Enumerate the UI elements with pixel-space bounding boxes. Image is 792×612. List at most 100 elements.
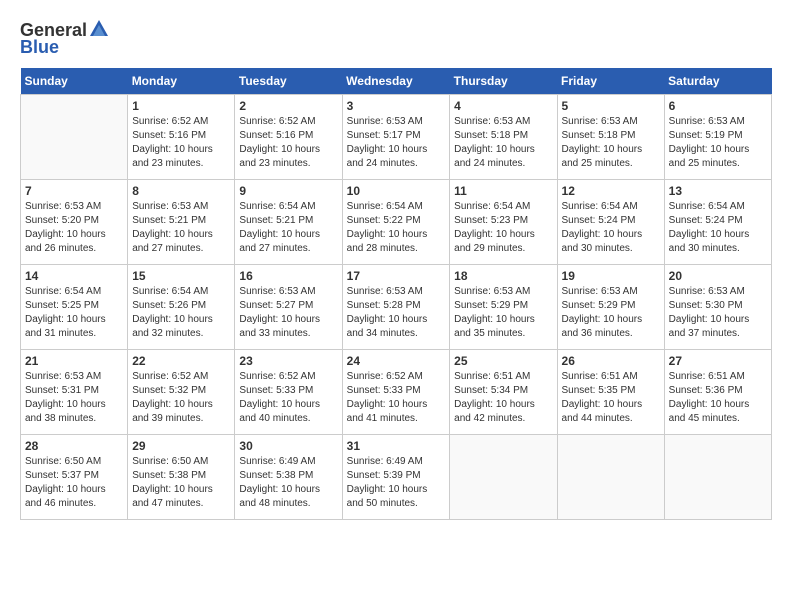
day-number: 16 <box>239 269 337 283</box>
day-info: Sunrise: 6:54 AM Sunset: 5:21 PM Dayligh… <box>239 200 337 256</box>
calendar-table: SundayMondayTuesdayWednesdayThursdayFrid… <box>20 68 772 520</box>
day-info: Sunrise: 6:50 AM Sunset: 5:37 PM Dayligh… <box>25 455 123 511</box>
day-number: 22 <box>132 354 230 368</box>
day-info: Sunrise: 6:53 AM Sunset: 5:19 PM Dayligh… <box>669 115 767 171</box>
day-info: Sunrise: 6:53 AM Sunset: 5:29 PM Dayligh… <box>562 285 660 341</box>
day-number: 31 <box>347 439 446 453</box>
calendar-empty-cell <box>21 95 128 180</box>
calendar-day-1: 1 Sunrise: 6:52 AM Sunset: 5:16 PM Daylig… <box>128 95 235 180</box>
calendar-day-13: 13Sunrise: 6:54 AM Sunset: 5:24 PM Dayli… <box>664 180 771 265</box>
day-number: 26 <box>562 354 660 368</box>
calendar-day-10: 10 Sunrise: 6:54 AM Sunset: 5:22 PM Dayli… <box>342 180 450 265</box>
calendar-day-23: 23 Sunrise: 6:52 AM Sunset: 5:33 PM Dayli… <box>235 350 342 435</box>
day-number: 14 <box>25 269 123 283</box>
logo: General Blue <box>20 20 110 58</box>
day-number: 29 <box>132 439 230 453</box>
day-number: 30 <box>239 439 337 453</box>
calendar-header-row: SundayMondayTuesdayWednesdayThursdayFrid… <box>21 68 772 95</box>
header-friday: Friday <box>557 68 664 95</box>
day-number: 21 <box>25 354 123 368</box>
calendar-day-2: 2Sunrise: 6:52 AM Sunset: 5:16 PM Daylig… <box>235 95 342 180</box>
day-info: Sunrise: 6:54 AM Sunset: 5:25 PM Dayligh… <box>25 285 123 341</box>
calendar-day-19: 19 Sunrise: 6:53 AM Sunset: 5:29 PM Dayli… <box>557 265 664 350</box>
day-number: 18 <box>454 269 552 283</box>
day-info: Sunrise: 6:50 AM Sunset: 5:38 PM Dayligh… <box>132 455 230 511</box>
calendar-day-29: 29 Sunrise: 6:50 AM Sunset: 5:38 PM Dayli… <box>128 435 235 520</box>
day-info: Sunrise: 6:53 AM Sunset: 5:17 PM Dayligh… <box>347 115 446 171</box>
day-info: Sunrise: 6:49 AM Sunset: 5:38 PM Dayligh… <box>239 455 337 511</box>
calendar-week-row: 14 Sunrise: 6:54 AM Sunset: 5:25 PM Dayli… <box>21 265 772 350</box>
calendar-day-26: 26 Sunrise: 6:51 AM Sunset: 5:35 PM Dayli… <box>557 350 664 435</box>
day-info: Sunrise: 6:54 AM Sunset: 5:24 PM Dayligh… <box>669 200 767 256</box>
day-number: 4 <box>454 99 552 113</box>
day-info: Sunrise: 6:52 AM Sunset: 5:33 PM Dayligh… <box>347 370 446 426</box>
day-number: 3 <box>347 99 446 113</box>
calendar-day-25: 25 Sunrise: 6:51 AM Sunset: 5:34 PM Dayli… <box>450 350 557 435</box>
day-number: 1 <box>132 99 230 113</box>
day-info: Sunrise: 6:51 AM Sunset: 5:34 PM Dayligh… <box>454 370 552 426</box>
day-number: 20 <box>669 269 767 283</box>
day-number: 9 <box>239 184 337 198</box>
day-number: 8 <box>132 184 230 198</box>
day-number: 2 <box>239 99 337 113</box>
day-number: 24 <box>347 354 446 368</box>
day-number: 27 <box>669 354 767 368</box>
calendar-empty-cell <box>450 435 557 520</box>
calendar-day-28: 28 Sunrise: 6:50 AM Sunset: 5:37 PM Dayli… <box>21 435 128 520</box>
day-info: Sunrise: 6:53 AM Sunset: 5:29 PM Dayligh… <box>454 285 552 341</box>
day-info: Sunrise: 6:52 AM Sunset: 5:16 PM Dayligh… <box>132 115 230 171</box>
calendar-day-17: 17Sunrise: 6:53 AM Sunset: 5:28 PM Dayli… <box>342 265 450 350</box>
calendar-week-row: 1 Sunrise: 6:52 AM Sunset: 5:16 PM Daylig… <box>21 95 772 180</box>
calendar-empty-cell <box>557 435 664 520</box>
calendar-day-31: 31 Sunrise: 6:49 AM Sunset: 5:39 PM Dayli… <box>342 435 450 520</box>
day-info: Sunrise: 6:53 AM Sunset: 5:30 PM Dayligh… <box>669 285 767 341</box>
day-number: 12 <box>562 184 660 198</box>
calendar-day-20: 20 Sunrise: 6:53 AM Sunset: 5:30 PM Dayli… <box>664 265 771 350</box>
header-thursday: Thursday <box>450 68 557 95</box>
header-saturday: Saturday <box>664 68 771 95</box>
logo-icon <box>88 18 110 40</box>
day-info: Sunrise: 6:54 AM Sunset: 5:24 PM Dayligh… <box>562 200 660 256</box>
day-number: 6 <box>669 99 767 113</box>
day-info: Sunrise: 6:54 AM Sunset: 5:22 PM Dayligh… <box>347 200 446 256</box>
day-info: Sunrise: 6:53 AM Sunset: 5:18 PM Dayligh… <box>562 115 660 171</box>
calendar-empty-cell <box>664 435 771 520</box>
header: General Blue <box>20 20 772 58</box>
day-number: 10 <box>347 184 446 198</box>
calendar-day-11: 11 Sunrise: 6:54 AM Sunset: 5:23 PM Dayli… <box>450 180 557 265</box>
day-number: 25 <box>454 354 552 368</box>
day-info: Sunrise: 6:49 AM Sunset: 5:39 PM Dayligh… <box>347 455 446 511</box>
day-info: Sunrise: 6:53 AM Sunset: 5:28 PM Dayligh… <box>347 285 446 341</box>
day-info: Sunrise: 6:54 AM Sunset: 5:26 PM Dayligh… <box>132 285 230 341</box>
header-sunday: Sunday <box>21 68 128 95</box>
day-number: 19 <box>562 269 660 283</box>
calendar-day-9: 9 Sunrise: 6:54 AM Sunset: 5:21 PM Daylig… <box>235 180 342 265</box>
day-info: Sunrise: 6:53 AM Sunset: 5:27 PM Dayligh… <box>239 285 337 341</box>
calendar-day-5: 5Sunrise: 6:53 AM Sunset: 5:18 PM Daylig… <box>557 95 664 180</box>
calendar-day-27: 27 Sunrise: 6:51 AM Sunset: 5:36 PM Dayli… <box>664 350 771 435</box>
calendar-day-18: 18 Sunrise: 6:53 AM Sunset: 5:29 PM Dayli… <box>450 265 557 350</box>
calendar-day-4: 4Sunrise: 6:53 AM Sunset: 5:18 PM Daylig… <box>450 95 557 180</box>
calendar-day-12: 12 Sunrise: 6:54 AM Sunset: 5:24 PM Dayli… <box>557 180 664 265</box>
day-number: 11 <box>454 184 552 198</box>
day-info: Sunrise: 6:53 AM Sunset: 5:21 PM Dayligh… <box>132 200 230 256</box>
day-info: Sunrise: 6:54 AM Sunset: 5:23 PM Dayligh… <box>454 200 552 256</box>
day-number: 15 <box>132 269 230 283</box>
day-number: 28 <box>25 439 123 453</box>
day-number: 23 <box>239 354 337 368</box>
day-info: Sunrise: 6:52 AM Sunset: 5:33 PM Dayligh… <box>239 370 337 426</box>
calendar-day-3: 3 Sunrise: 6:53 AM Sunset: 5:17 PM Daylig… <box>342 95 450 180</box>
logo-blue-text: Blue <box>20 37 59 58</box>
calendar-day-8: 8 Sunrise: 6:53 AM Sunset: 5:21 PM Daylig… <box>128 180 235 265</box>
calendar-week-row: 7Sunrise: 6:53 AM Sunset: 5:20 PM Daylig… <box>21 180 772 265</box>
calendar-week-row: 21Sunrise: 6:53 AM Sunset: 5:31 PM Dayli… <box>21 350 772 435</box>
calendar-day-21: 21Sunrise: 6:53 AM Sunset: 5:31 PM Dayli… <box>21 350 128 435</box>
calendar-day-6: 6 Sunrise: 6:53 AM Sunset: 5:19 PM Daylig… <box>664 95 771 180</box>
calendar-day-24: 24 Sunrise: 6:52 AM Sunset: 5:33 PM Dayli… <box>342 350 450 435</box>
calendar-day-7: 7Sunrise: 6:53 AM Sunset: 5:20 PM Daylig… <box>21 180 128 265</box>
calendar-day-16: 16 Sunrise: 6:53 AM Sunset: 5:27 PM Dayli… <box>235 265 342 350</box>
day-info: Sunrise: 6:51 AM Sunset: 5:35 PM Dayligh… <box>562 370 660 426</box>
day-info: Sunrise: 6:51 AM Sunset: 5:36 PM Dayligh… <box>669 370 767 426</box>
header-tuesday: Tuesday <box>235 68 342 95</box>
calendar-day-15: 15 Sunrise: 6:54 AM Sunset: 5:26 PM Dayli… <box>128 265 235 350</box>
